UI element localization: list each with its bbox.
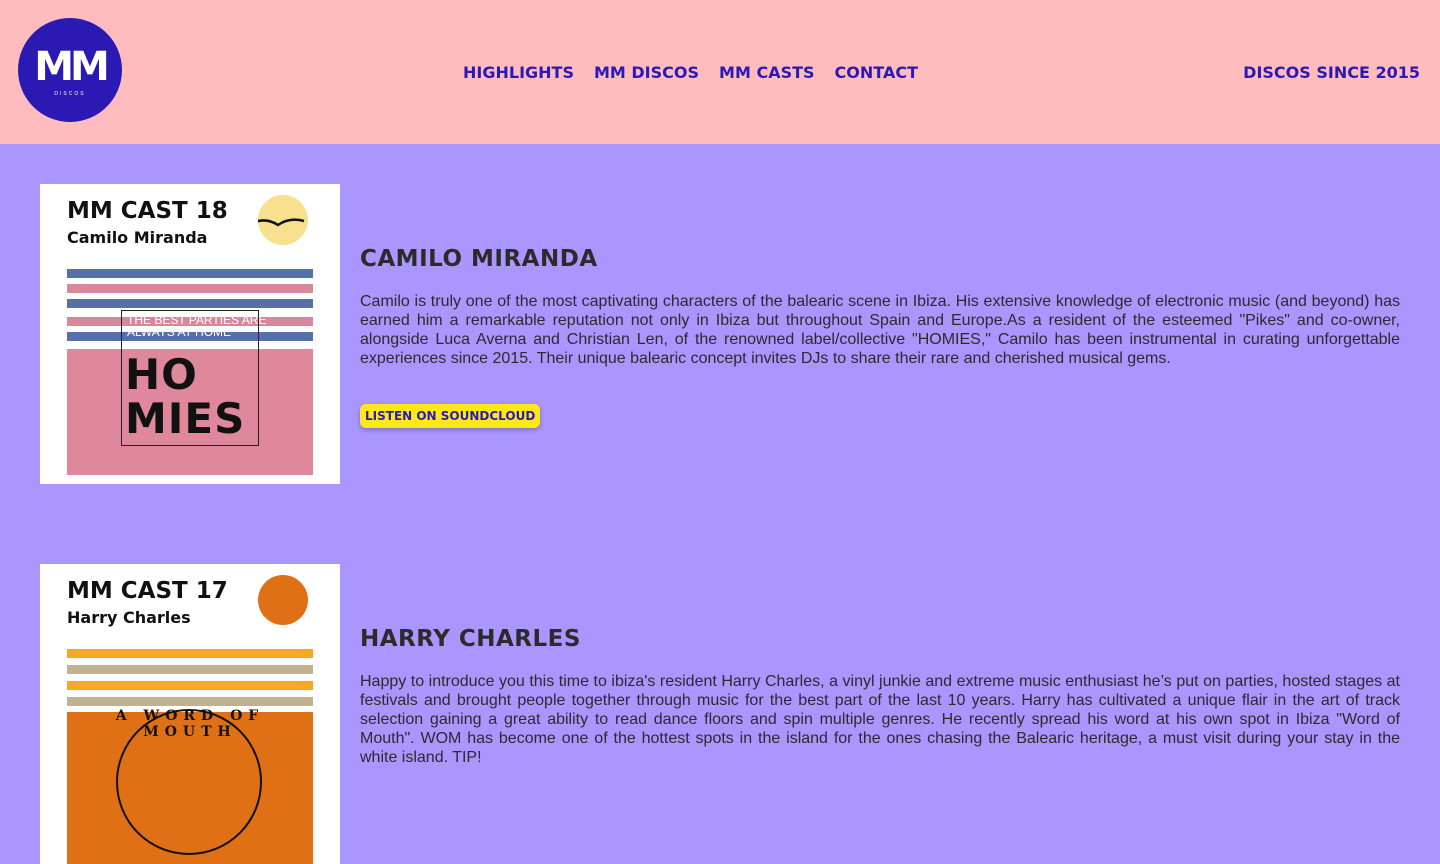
cover-title: MM CAST 17 — [67, 578, 228, 604]
nav-mm-discos[interactable]: MM DISCOS — [594, 63, 699, 82]
sun-icon — [258, 575, 308, 625]
artist-bio: Camilo is truly one of the most captivat… — [360, 293, 1400, 367]
homies-wordmark: HO MIES — [125, 350, 246, 443]
logo-mark: MM — [34, 44, 110, 90]
cover-stripe — [67, 681, 313, 690]
site-header: MM DISCOS HIGHLIGHTS MM DISCOS MM CASTS … — [0, 0, 1440, 144]
artist-name: CAMILO MIRANDA — [360, 246, 598, 272]
nav-highlights[interactable]: HIGHLIGHTS — [463, 63, 574, 82]
nav-contact[interactable]: CONTACT — [835, 63, 918, 82]
cover-title: MM CAST 18 — [67, 198, 228, 224]
cover-stripe — [67, 269, 313, 278]
tagline: DISCOS SINCE 2015 — [1243, 63, 1420, 82]
cover-stripe — [67, 697, 313, 706]
cover-stripe — [67, 649, 313, 658]
word-of-mouth-label: A WORD OF MOUTH — [115, 708, 265, 740]
homies-logo: THE BEST PARTIES ARE ALWAYS AT HOME HO M… — [121, 310, 266, 446]
cover-stripe — [67, 299, 313, 308]
cast-entry: MM CAST 17 Harry Charles A WORD OF MOUTH… — [40, 564, 1400, 864]
nav-mm-casts[interactable]: MM CASTS — [719, 63, 815, 82]
bird-icon — [251, 218, 305, 227]
sun-icon — [251, 195, 308, 245]
homies-tagline: THE BEST PARTIES ARE ALWAYS AT HOME — [127, 313, 267, 339]
cast-cover-image: MM CAST 18 Camilo Miranda THE BEST PARTI… — [40, 184, 340, 484]
main-nav: HIGHLIGHTS MM DISCOS MM CASTS CONTACT — [463, 63, 918, 82]
logo-subtitle: DISCOS — [54, 91, 86, 97]
artist-bio: Happy to introduce you this time to ibiz… — [360, 673, 1400, 766]
cover-artist: Camilo Miranda — [67, 228, 208, 247]
cover-stripe — [67, 665, 313, 674]
mm-logo[interactable]: MM DISCOS — [18, 18, 122, 122]
artist-name: HARRY CHARLES — [360, 626, 581, 652]
listen-on-soundcloud-button[interactable]: LISTEN ON SOUNDCLOUD — [360, 404, 541, 428]
cover-artist: Harry Charles — [67, 608, 191, 627]
cover-stripe — [67, 284, 313, 293]
cast-entry: MM CAST 18 Camilo Miranda THE BEST PARTI… — [40, 184, 1400, 484]
cast-cover-image: MM CAST 17 Harry Charles A WORD OF MOUTH — [40, 564, 340, 864]
